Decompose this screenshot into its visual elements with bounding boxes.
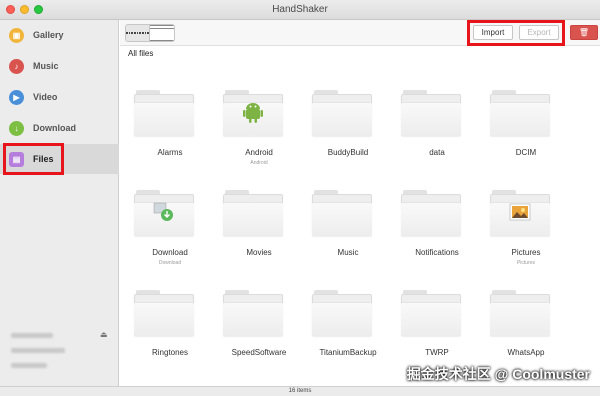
folder-name: DCIM	[515, 148, 537, 157]
folder-icon	[312, 190, 372, 236]
list-view-button[interactable]	[150, 25, 174, 41]
device-name-redacted	[11, 333, 53, 338]
gallery-icon: ▣	[9, 27, 24, 43]
folder-item[interactable]: BuddyBuild	[298, 90, 378, 182]
folder-icon	[490, 90, 550, 136]
folder-name: Pictures	[511, 248, 541, 257]
folder-item[interactable]: SpeedSoftware	[209, 290, 289, 382]
sidebar-item-music[interactable]: ♪ Music	[0, 51, 119, 81]
folder-icon	[401, 190, 461, 236]
watermark: 掘金技术社区 @ Coolmuster	[406, 366, 590, 382]
folder-name: data	[429, 148, 445, 157]
folder-icon	[312, 90, 372, 136]
folder-item[interactable]: Android Android	[209, 90, 289, 182]
folder-name: BuddyBuild	[327, 148, 369, 157]
sidebar-item-label: Gallery	[33, 30, 64, 40]
device-storage-redacted	[11, 348, 65, 353]
sidebar-item-gallery[interactable]: ▣ Gallery	[0, 20, 119, 50]
trash-icon: 🗑	[578, 28, 590, 37]
folder-name: Alarms	[157, 148, 183, 157]
eject-icon[interactable]: ⏏	[100, 330, 108, 339]
folder-subtitle: Download	[158, 260, 182, 266]
list-icon	[150, 25, 174, 41]
sidebar-item-label: Video	[33, 92, 58, 102]
video-icon: ▶	[9, 89, 24, 105]
window-title: HandShaker	[272, 4, 328, 15]
folder-icon	[223, 290, 283, 336]
folder-name: Download	[152, 248, 188, 257]
folder-item[interactable]: Ringtones	[120, 290, 200, 382]
folder-icon	[134, 290, 194, 336]
folder-item[interactable]: TitaniumBackup	[298, 290, 378, 382]
folder-name: Movies	[246, 248, 272, 257]
sidebar: ▣ Gallery ♪ Music ▶ Video ↓ Download ▤ F…	[0, 20, 119, 386]
view-toggle	[125, 24, 175, 42]
folder-icon	[134, 90, 194, 136]
sidebar-item-label: Music	[33, 61, 59, 71]
folder-item[interactable]: data	[387, 90, 467, 182]
toolbar: Import Export 🗑	[120, 20, 600, 46]
folder-subtitle: Android	[250, 160, 268, 166]
item-count: 16 items	[288, 388, 312, 394]
folder-name: Android	[245, 148, 273, 157]
status-bar: 16 items	[0, 386, 600, 396]
sidebar-item-video[interactable]: ▶ Video	[0, 82, 119, 112]
sidebar-item-label: Download	[33, 123, 76, 133]
grid-icon	[126, 25, 150, 41]
folder-icon	[401, 290, 461, 336]
folder-item[interactable]: Music	[298, 190, 378, 282]
folder-item[interactable]: Pictures Pictures	[476, 190, 556, 282]
folder-icon	[223, 90, 283, 136]
folder-name: Music	[337, 248, 359, 257]
grid-view-button[interactable]	[126, 25, 150, 41]
music-icon: ♪	[9, 58, 24, 74]
folder-item[interactable]: Alarms	[120, 90, 200, 182]
folder-name: WhatsApp	[507, 348, 545, 357]
folder-icon	[312, 290, 372, 336]
folder-name: Ringtones	[151, 348, 189, 357]
folder-icon	[490, 290, 550, 336]
device-detail-redacted	[11, 363, 47, 368]
sidebar-item-download[interactable]: ↓ Download	[0, 113, 119, 143]
folder-item[interactable]: Notifications	[387, 190, 467, 282]
device-info[interactable]	[11, 333, 65, 368]
folder-icon	[490, 190, 550, 236]
folder-name: TWRP	[425, 348, 449, 357]
breadcrumb: All files	[128, 49, 154, 58]
files-highlight-box	[3, 143, 64, 175]
folder-name: Notifications	[415, 248, 459, 257]
folder-item[interactable]: Movies	[209, 190, 289, 282]
download-folder-icon	[153, 202, 173, 221]
title-bar: HandShaker	[0, 0, 600, 20]
folder-subtitle: Pictures	[516, 260, 536, 266]
folder-icon	[401, 90, 461, 136]
download-icon: ↓	[9, 120, 24, 136]
import-export-highlight-box	[467, 20, 565, 46]
folder-item[interactable]: DCIM	[476, 90, 556, 182]
folder-icon	[223, 190, 283, 236]
delete-button[interactable]: 🗑	[570, 25, 598, 40]
folder-item[interactable]: Download Download	[120, 190, 200, 282]
folder-name: TitaniumBackup	[319, 348, 377, 357]
folder-icon	[134, 190, 194, 236]
android-icon	[243, 103, 263, 123]
folder-name: SpeedSoftware	[231, 348, 287, 357]
pictures-icon	[509, 203, 531, 221]
